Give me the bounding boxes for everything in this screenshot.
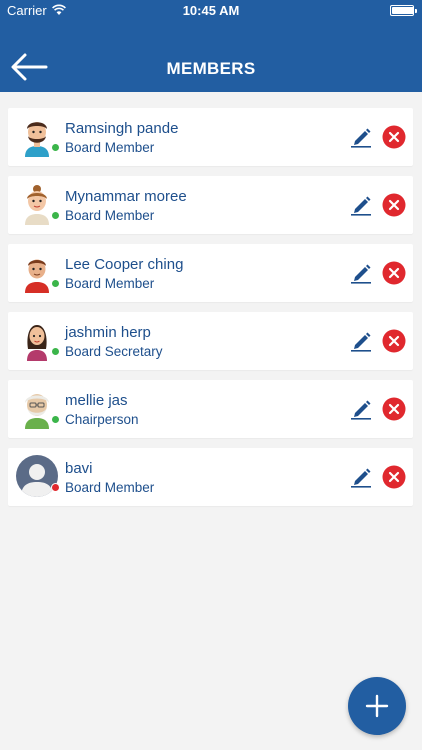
close-circle-icon <box>382 329 406 353</box>
close-circle-icon <box>382 465 406 489</box>
clock: 10:45 AM <box>182 3 240 18</box>
close-circle-icon <box>382 125 406 149</box>
edit-button[interactable] <box>349 330 373 352</box>
member-role: Board Member <box>65 140 155 155</box>
status-bar: Carrier 10:45 AM <box>0 0 422 22</box>
member-role: Chairperson <box>65 412 139 427</box>
member-role: Board Member <box>65 480 155 495</box>
status-dot <box>51 415 60 424</box>
delete-button[interactable] <box>382 193 406 217</box>
member-name: mellie jas <box>65 392 128 409</box>
pencil-icon <box>351 400 371 420</box>
status-dot <box>51 347 60 356</box>
member-row[interactable]: bavi Board Member <box>8 448 413 506</box>
delete-button[interactable] <box>382 329 406 353</box>
add-member-button[interactable] <box>348 677 406 735</box>
edit-button[interactable] <box>349 194 373 216</box>
close-circle-icon <box>382 261 406 285</box>
edit-button[interactable] <box>349 466 373 488</box>
member-role: Board Member <box>65 208 155 223</box>
member-role: Board Member <box>65 276 155 291</box>
pencil-icon <box>351 128 371 148</box>
status-dot <box>51 279 60 288</box>
delete-button[interactable] <box>382 465 406 489</box>
member-row[interactable]: Ramsingh pande Board Member <box>8 108 413 166</box>
member-name: Mynammar moree <box>65 188 187 205</box>
edit-button[interactable] <box>349 398 373 420</box>
page-title: MEMBERS <box>166 59 256 78</box>
member-name: Lee Cooper ching <box>65 256 184 273</box>
member-row[interactable]: Mynammar moree Board Member <box>8 176 413 234</box>
edit-button[interactable] <box>349 262 373 284</box>
member-row[interactable]: jashmin herp Board Secretary <box>8 312 413 370</box>
member-role: Board Secretary <box>65 344 163 359</box>
pencil-icon <box>351 264 371 284</box>
status-dot <box>51 483 60 492</box>
member-name: bavi <box>65 460 93 477</box>
pencil-icon <box>351 332 371 352</box>
pencil-icon <box>351 196 371 216</box>
status-dot <box>51 211 60 220</box>
app-header: Carrier 10:45 AM MEMBERS <box>0 0 422 92</box>
edit-button[interactable] <box>349 126 373 148</box>
delete-button[interactable] <box>382 397 406 421</box>
plus-icon <box>365 694 389 718</box>
member-row[interactable]: Lee Cooper ching Board Member <box>8 244 413 302</box>
close-circle-icon <box>382 193 406 217</box>
battery-icon <box>390 5 417 16</box>
member-name: Ramsingh pande <box>65 120 179 137</box>
member-name: jashmin herp <box>65 324 151 341</box>
status-dot <box>51 143 60 152</box>
member-list: Ramsingh pande Board Member Mynammar mor… <box>8 108 413 516</box>
delete-button[interactable] <box>382 125 406 149</box>
delete-button[interactable] <box>382 261 406 285</box>
battery-level <box>392 7 414 14</box>
pencil-icon <box>351 468 371 488</box>
member-row[interactable]: mellie jas Chairperson <box>8 380 413 438</box>
close-circle-icon <box>382 397 406 421</box>
